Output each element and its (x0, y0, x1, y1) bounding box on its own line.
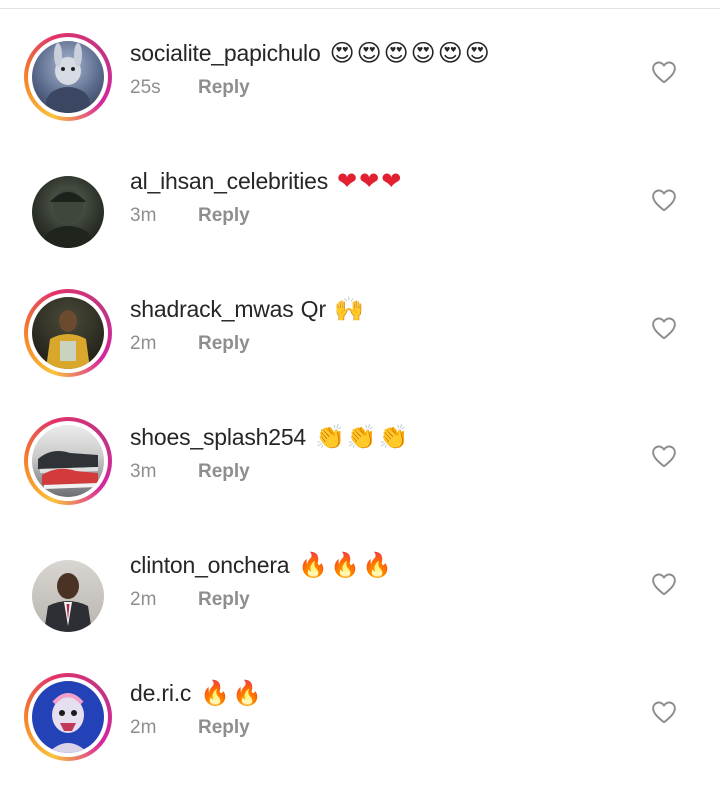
avatar (32, 681, 104, 753)
heart-outline-icon (652, 317, 676, 340)
avatar-wrapper[interactable] (24, 168, 112, 256)
reply-button[interactable]: Reply (198, 717, 250, 739)
comment-username[interactable]: de.ri.c (130, 680, 191, 707)
comment-text: Qr 🙌 (301, 296, 364, 323)
heart-outline-icon (652, 701, 676, 724)
heart-eyes-emoji: 😍 (464, 39, 490, 67)
heart-eyes-emoji: 😍 (383, 39, 409, 67)
comment-text: ❤ ❤ ❤ (335, 169, 401, 193)
reply-button[interactable]: Reply (198, 589, 250, 611)
like-button[interactable] (648, 568, 680, 600)
heart-eyes-emoji: 😍 (329, 39, 355, 67)
clapping-hands-emoji: 👏 (346, 423, 377, 451)
comment-username[interactable]: clinton_onchera (130, 552, 290, 579)
raising-hands-emoji: 🙌 (334, 295, 365, 323)
avatar (32, 297, 104, 369)
comment-timestamp: 3m (130, 461, 157, 482)
fire-emoji: 🔥 (200, 679, 231, 707)
comment-item: al_ihsan_celebrities ❤ ❤ ❤ 3m Reply (0, 164, 720, 292)
reply-button[interactable]: Reply (198, 205, 250, 227)
comment-timestamp: 25s (130, 77, 161, 98)
heart-outline-icon (652, 189, 676, 212)
red-heart-emoji: ❤ (337, 167, 358, 195)
comment-timestamp: 2m (130, 717, 157, 738)
reply-button[interactable]: Reply (198, 77, 250, 99)
comment-text: 🔥 🔥 (198, 681, 262, 705)
comment-text: 😍 😍 😍 😍 😍 😍 (328, 41, 490, 65)
avatar (32, 41, 104, 113)
avatar (32, 425, 104, 497)
avatar (32, 176, 104, 248)
comment-text: 👏 👏 👏 (313, 425, 409, 449)
fire-emoji: 🔥 (362, 551, 393, 579)
avatar-wrapper[interactable] (24, 552, 112, 640)
heart-eyes-emoji: 😍 (356, 39, 382, 67)
comment-username[interactable]: al_ihsan_celebrities (130, 168, 328, 195)
avatar (32, 560, 104, 632)
fire-emoji: 🔥 (232, 679, 263, 707)
comment-item: shadrack_mwas Qr 🙌 2m Reply (0, 289, 720, 420)
comment-username[interactable]: socialite_papichulo (130, 40, 321, 67)
reply-button[interactable]: Reply (198, 333, 250, 355)
comment-text: 🔥 🔥 🔥 (296, 553, 392, 577)
heart-eyes-emoji: 😍 (410, 39, 436, 67)
comment-item: clinton_onchera 🔥 🔥 🔥 2m Reply (0, 548, 720, 676)
clapping-hands-emoji: 👏 (378, 423, 409, 451)
reply-button[interactable]: Reply (198, 461, 250, 483)
fire-emoji: 🔥 (330, 551, 361, 579)
avatar-story-ring[interactable] (24, 417, 112, 505)
like-button[interactable] (648, 696, 680, 728)
comment-text-body: Qr (300, 295, 327, 322)
red-heart-emoji: ❤ (359, 167, 380, 195)
comments-list: socialite_papichulo 😍 😍 😍 😍 😍 😍 25s Repl… (0, 0, 720, 761)
comment-timestamp: 2m (130, 333, 157, 354)
comment-username[interactable]: shoes_splash254 (130, 424, 306, 451)
heart-outline-icon (652, 573, 676, 596)
like-button[interactable] (648, 440, 680, 472)
avatar-story-ring[interactable] (24, 673, 112, 761)
comment-item: socialite_papichulo 😍 😍 😍 😍 😍 😍 25s Repl… (0, 33, 720, 164)
comment-timestamp: 3m (130, 205, 157, 226)
avatar-story-ring[interactable] (24, 289, 112, 377)
clapping-hands-emoji: 👏 (315, 423, 345, 451)
like-button[interactable] (648, 56, 680, 88)
comment-item: shoes_splash254 👏 👏 👏 3m Reply (0, 417, 720, 548)
heart-outline-icon (652, 445, 676, 468)
heart-outline-icon (652, 61, 676, 84)
like-button[interactable] (648, 184, 680, 216)
heart-eyes-emoji: 😍 (437, 39, 463, 67)
avatar-story-ring[interactable] (24, 33, 112, 121)
like-button[interactable] (648, 312, 680, 344)
comment-item: de.ri.c 🔥 🔥 2m Reply (0, 673, 720, 804)
fire-emoji: 🔥 (298, 551, 329, 579)
comment-username[interactable]: shadrack_mwas (130, 296, 294, 323)
red-heart-emoji: ❤ (381, 167, 402, 195)
comment-timestamp: 2m (130, 589, 157, 610)
